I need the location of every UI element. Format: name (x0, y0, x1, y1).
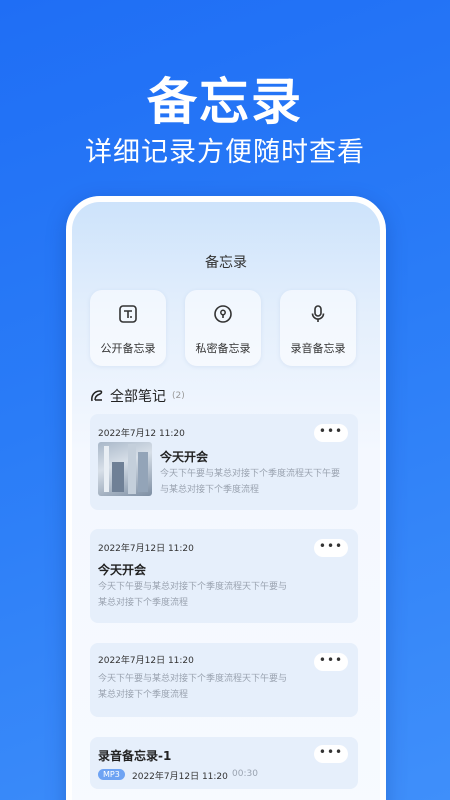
section-count: (2) (172, 391, 185, 401)
more-button[interactable]: ••• (314, 424, 348, 442)
recording-card[interactable]: 录音备忘录-1 ••• MP3 2022年7月12日 11:20 00:30 (90, 737, 358, 789)
note-date: 2022年7月12 11:20 (98, 429, 185, 439)
microphone-icon (311, 305, 325, 322)
more-button[interactable]: ••• (314, 539, 348, 557)
hero-title: 备忘录 (147, 73, 303, 131)
note-title: 今天开会 (98, 563, 147, 577)
category-public-button[interactable]: 公开备忘录 (90, 290, 166, 366)
category-label: 私密备忘录 (195, 342, 251, 355)
category-audio-button[interactable]: 录音备忘录 (280, 290, 356, 366)
recording-date: 2022年7月12日 11:20 (132, 772, 228, 782)
hero-subtitle: 详细记录方便随时查看 (85, 137, 365, 168)
note-body: 今天下午要与某总对接下个季度流程天下午要与某总对接下个季度流程 (160, 469, 341, 495)
phone-frame: 备忘录 公开备忘录 私密备忘录 录音备忘录 全部笔记 (2) 2022年7月12… (66, 196, 386, 800)
recording-duration: 00:30 (232, 769, 258, 779)
note-icon (91, 390, 103, 402)
note-date: 2022年7月12日 11:20 (98, 544, 194, 554)
category-private-button[interactable]: 私密备忘录 (185, 290, 261, 366)
note-date: 2022年7月12日 11:20 (98, 656, 194, 666)
page-title: 备忘录 (205, 255, 247, 271)
more-button[interactable]: ••• (314, 745, 348, 763)
category-label: 公开备忘录 (100, 342, 156, 355)
note-body: 今天下午要与某总对接下个季度流程天下午要与某总对接下个季度流程 (98, 674, 288, 700)
app-screen: 备忘录 公开备忘录 私密备忘录 录音备忘录 全部笔记 (2) 2022年7月12… (72, 202, 380, 800)
note-card[interactable]: 2022年7月12日 11:20 ••• 今天开会 今天下午要与某总对接下个季度… (90, 529, 358, 623)
lock-icon (214, 305, 232, 323)
mp3-badge: MP3 (98, 769, 125, 780)
section-header: 全部笔记 (2) (90, 387, 185, 405)
recording-title: 录音备忘录-1 (98, 749, 172, 763)
category-label: 录音备忘录 (290, 342, 346, 355)
section-label: 全部笔记 (110, 389, 166, 405)
note-card[interactable]: 2022年7月12 11:20 ••• 今天开会 今天下午要与某总对接下个季度流… (90, 414, 358, 510)
note-title: 今天开会 (160, 450, 209, 464)
note-card[interactable]: 2022年7月12日 11:20 ••• 今天下午要与某总对接下个季度流程天下午… (90, 643, 358, 717)
more-button[interactable]: ••• (314, 653, 348, 671)
text-icon (119, 305, 137, 323)
note-thumbnail (98, 442, 152, 496)
note-body: 今天下午要与某总对接下个季度流程天下午要与某总对接下个季度流程 (98, 582, 288, 608)
